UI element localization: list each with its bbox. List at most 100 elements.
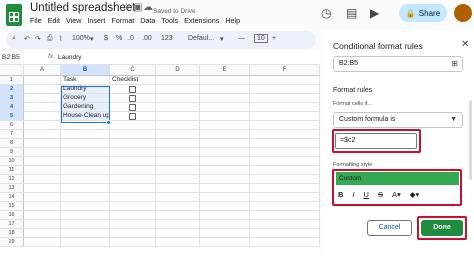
cell-b1[interactable]: Task bbox=[61, 76, 110, 85]
row-header[interactable]: 3 bbox=[0, 94, 24, 103]
number-format-button[interactable]: 123 bbox=[161, 35, 173, 42]
grid-cell[interactable] bbox=[250, 220, 320, 229]
grid-cell[interactable] bbox=[110, 238, 156, 247]
grid-cell[interactable] bbox=[250, 139, 320, 148]
grid-cell[interactable] bbox=[156, 166, 200, 175]
grid-cell[interactable] bbox=[250, 121, 320, 130]
panel-scrollbar[interactable] bbox=[469, 100, 472, 180]
grid-select-icon[interactable]: ⊞ bbox=[451, 57, 458, 71]
grid-cell[interactable] bbox=[156, 94, 200, 103]
strikethrough-icon[interactable]: S bbox=[378, 190, 383, 199]
grid-cell[interactable] bbox=[250, 148, 320, 157]
close-icon[interactable]: ✕ bbox=[461, 39, 469, 50]
grid-cell[interactable] bbox=[110, 211, 156, 220]
font-size-input[interactable]: 10 bbox=[254, 34, 268, 43]
cancel-button[interactable]: Cancel bbox=[367, 220, 412, 236]
grid-cell[interactable] bbox=[24, 85, 61, 94]
row-header[interactable]: 11 bbox=[0, 166, 24, 175]
grid-cell[interactable] bbox=[110, 157, 156, 166]
grid-cell[interactable] bbox=[200, 193, 250, 202]
row-header[interactable]: 1 bbox=[0, 76, 24, 85]
grid-cell[interactable] bbox=[24, 139, 61, 148]
grid-cell[interactable] bbox=[156, 220, 200, 229]
grid-cell[interactable] bbox=[200, 184, 250, 193]
grid-cell[interactable] bbox=[156, 202, 200, 211]
grid-cell[interactable] bbox=[250, 175, 320, 184]
fill-color-icon[interactable]: ◆▾ bbox=[410, 190, 420, 199]
grid-cell[interactable] bbox=[61, 211, 110, 220]
grid-cell[interactable] bbox=[200, 103, 250, 112]
bold-icon[interactable]: B bbox=[338, 190, 343, 199]
undo-icon[interactable]: ↶ bbox=[24, 35, 30, 43]
cell-c1[interactable]: Checklist bbox=[110, 76, 156, 85]
formula-input[interactable]: Laundry bbox=[58, 54, 82, 61]
grid-cell[interactable] bbox=[110, 166, 156, 175]
grid-cell[interactable] bbox=[156, 85, 200, 94]
grid-cell[interactable] bbox=[156, 103, 200, 112]
print-icon[interactable]: ⎙ bbox=[47, 35, 53, 43]
share-button[interactable]: 🔒 Share bbox=[399, 4, 447, 22]
menu-view[interactable]: View bbox=[66, 16, 81, 25]
grid-cell[interactable] bbox=[24, 166, 61, 175]
grid-cell[interactable] bbox=[156, 112, 200, 121]
grid-cell[interactable] bbox=[24, 175, 61, 184]
meet-icon[interactable]: ▶ bbox=[370, 6, 379, 20]
currency-button[interactable]: $ bbox=[104, 35, 108, 42]
grid-cell[interactable] bbox=[200, 229, 250, 238]
column-header-f[interactable]: F bbox=[250, 65, 320, 76]
grid-cell[interactable] bbox=[24, 211, 61, 220]
grid-cell[interactable] bbox=[250, 184, 320, 193]
grid-cell[interactable] bbox=[200, 166, 250, 175]
history-icon[interactable]: ◷ bbox=[321, 6, 331, 20]
menu-data[interactable]: Data bbox=[140, 16, 155, 25]
grid-cell[interactable] bbox=[24, 238, 61, 247]
cloud-icon[interactable]: ☁ bbox=[143, 2, 153, 13]
grid-cell[interactable] bbox=[250, 103, 320, 112]
grid-cell[interactable] bbox=[24, 76, 61, 85]
text-color-icon[interactable]: A▾ bbox=[392, 190, 401, 199]
grid-cell[interactable] bbox=[156, 238, 200, 247]
row-header[interactable]: 18 bbox=[0, 229, 24, 238]
row-header[interactable]: 12 bbox=[0, 175, 24, 184]
grid-cell[interactable] bbox=[250, 211, 320, 220]
select-all-corner[interactable] bbox=[0, 65, 24, 76]
row-header[interactable]: 5 bbox=[0, 112, 24, 121]
grid-cell[interactable] bbox=[61, 157, 110, 166]
grid-cell[interactable] bbox=[200, 175, 250, 184]
grid-cell[interactable] bbox=[250, 166, 320, 175]
grid-cell[interactable] bbox=[24, 148, 61, 157]
grid-cell[interactable] bbox=[200, 139, 250, 148]
checkbox-c4[interactable] bbox=[129, 104, 136, 111]
grid-cell[interactable] bbox=[24, 229, 61, 238]
condition-select[interactable]: Custom formula is ▼ bbox=[333, 112, 463, 128]
grid-cell[interactable] bbox=[250, 85, 320, 94]
increase-decimal-button[interactable]: .00 bbox=[142, 35, 152, 42]
grid-cell[interactable] bbox=[200, 85, 250, 94]
row-header[interactable]: 15 bbox=[0, 202, 24, 211]
decrease-decimal-button[interactable]: .0 bbox=[128, 35, 134, 42]
grid-cell[interactable] bbox=[250, 157, 320, 166]
grid-cell[interactable] bbox=[24, 94, 61, 103]
paint-format-icon[interactable]: ⌇ bbox=[59, 35, 62, 43]
grid-cell[interactable] bbox=[61, 220, 110, 229]
grid-cell[interactable] bbox=[110, 202, 156, 211]
grid-cell[interactable] bbox=[110, 139, 156, 148]
row-header[interactable]: 14 bbox=[0, 193, 24, 202]
grid-cell[interactable] bbox=[24, 103, 61, 112]
row-header[interactable]: 9 bbox=[0, 148, 24, 157]
grid-cell[interactable] bbox=[24, 112, 61, 121]
row-header[interactable]: 17 bbox=[0, 220, 24, 229]
grid-cell[interactable] bbox=[250, 94, 320, 103]
grid-cell[interactable] bbox=[250, 229, 320, 238]
grid-cell[interactable] bbox=[156, 76, 200, 85]
grid-cell[interactable] bbox=[250, 202, 320, 211]
grid-cell[interactable] bbox=[61, 148, 110, 157]
grid-cell[interactable] bbox=[110, 220, 156, 229]
search-icon[interactable]: ⌕ bbox=[12, 35, 16, 43]
grid-cell[interactable] bbox=[61, 166, 110, 175]
grid-cell[interactable] bbox=[110, 184, 156, 193]
checkbox-c2[interactable] bbox=[129, 86, 136, 93]
grid-cell[interactable] bbox=[24, 130, 61, 139]
menu-file[interactable]: File bbox=[30, 16, 42, 25]
grid-cell[interactable] bbox=[250, 238, 320, 247]
